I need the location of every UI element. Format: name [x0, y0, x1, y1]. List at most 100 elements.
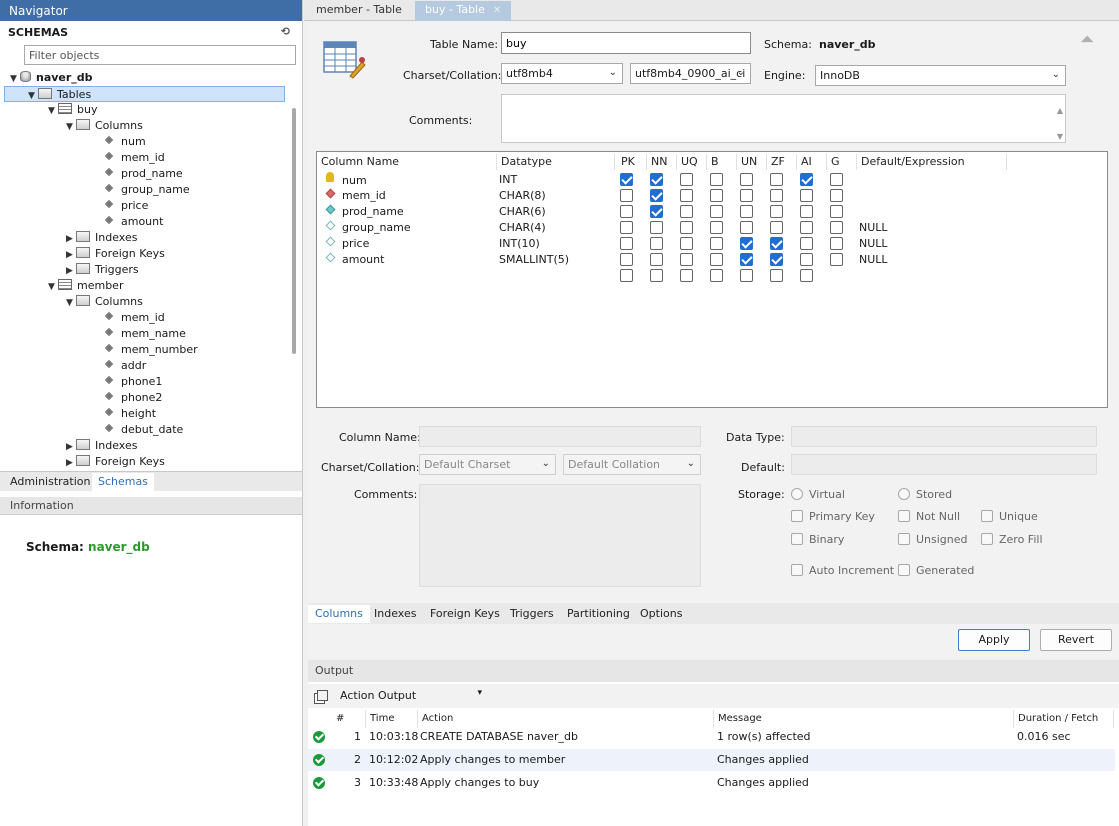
tree-item[interactable]: ▼ naver_db — [10, 70, 93, 86]
b-checkbox[interactable] — [710, 253, 723, 266]
collapsed-arrow-icon[interactable]: ▶ — [66, 455, 76, 470]
column-name-cell[interactable]: group_name — [321, 220, 411, 236]
binary-checkbox[interactable] — [791, 533, 803, 545]
nn-checkbox[interactable] — [650, 221, 663, 234]
tree-item[interactable]: group_name — [102, 182, 190, 198]
tree-item[interactable]: debut_date — [102, 422, 183, 438]
stored-radio[interactable] — [898, 488, 910, 500]
tree-scrollbar[interactable] — [292, 108, 296, 354]
revert-button[interactable]: Revert — [1040, 629, 1112, 651]
ai-checkbox[interactable] — [800, 205, 813, 218]
pk-checkbox[interactable] — [620, 253, 633, 266]
zf-checkbox[interactable] — [770, 189, 783, 202]
b-checkbox[interactable] — [710, 237, 723, 250]
datatype-cell[interactable]: SMALLINT(5) — [499, 252, 569, 268]
scroll-arrows-icon[interactable]: ▲ ▼ — [1057, 98, 1063, 150]
tree-item[interactable]: num — [102, 134, 146, 150]
ai-checkbox[interactable] — [800, 269, 813, 282]
tree-item[interactable]: ▶ Indexes — [66, 438, 137, 454]
table-name-input[interactable] — [501, 32, 751, 54]
tree-item[interactable]: mem_id — [102, 310, 165, 326]
column-name-cell[interactable]: mem_id — [321, 188, 386, 204]
tab-foreign-keys[interactable]: Foreign Keys — [423, 605, 507, 623]
tree-item[interactable]: ▶ Triggers — [66, 262, 139, 278]
collapsed-arrow-icon[interactable]: ▶ — [66, 439, 76, 455]
data-type-input[interactable] — [791, 426, 1097, 447]
default-input[interactable] — [791, 454, 1097, 475]
g-checkbox[interactable] — [830, 237, 843, 250]
tree-item[interactable]: mem_name — [102, 326, 186, 342]
tab-buy-table[interactable]: buy - Table ✕ — [415, 1, 512, 21]
expanded-arrow-icon[interactable]: ▼ — [10, 71, 20, 87]
grid-header-un[interactable]: UN — [737, 154, 767, 170]
zf-checkbox[interactable] — [770, 205, 783, 218]
grid-header-datatype[interactable]: Datatype — [497, 154, 615, 170]
un-checkbox[interactable] — [740, 269, 753, 282]
tab-schemas[interactable]: Schemas — [92, 473, 154, 491]
column-charset-select[interactable]: Default Charset ⌄ — [419, 454, 556, 475]
uq-checkbox[interactable] — [680, 205, 693, 218]
uq-checkbox[interactable] — [680, 221, 693, 234]
default-cell[interactable]: NULL — [859, 236, 888, 252]
grid-header-b[interactable]: B — [707, 154, 737, 170]
un-checkbox[interactable] — [740, 173, 753, 186]
auto-increment-checkbox[interactable] — [791, 564, 803, 576]
column-name-cell[interactable]: num — [321, 172, 367, 189]
zf-checkbox[interactable] — [770, 173, 783, 186]
tree-item[interactable]: prod_name — [102, 166, 183, 182]
un-checkbox[interactable] — [740, 189, 753, 202]
tree-item[interactable]: addr — [102, 358, 146, 374]
default-cell[interactable]: NULL — [859, 252, 888, 268]
charset-select[interactable]: utf8mb4 ⌄ — [501, 63, 623, 84]
column-collation-select[interactable]: Default Collation ⌄ — [563, 454, 701, 475]
pk-checkbox[interactable] — [620, 205, 633, 218]
grid-header-column-name[interactable]: Column Name — [317, 154, 497, 170]
collapsed-arrow-icon[interactable]: ▶ — [66, 263, 76, 279]
pk-checkbox[interactable] — [620, 269, 633, 282]
zf-checkbox[interactable] — [770, 237, 783, 250]
tree-item[interactable]: ▼ member — [48, 278, 123, 294]
unsigned-checkbox[interactable] — [898, 533, 910, 545]
un-checkbox[interactable] — [740, 253, 753, 266]
collapsed-arrow-icon[interactable]: ▶ — [66, 247, 76, 263]
tree-item[interactable]: ▼ Columns — [66, 118, 143, 134]
column-name-cell[interactable]: prod_name — [321, 204, 404, 220]
tree-item[interactable]: ▼ Tables — [4, 86, 285, 102]
table-row[interactable]: 3 10:33:48 Apply changes to buy Changes app… — [308, 772, 1115, 794]
b-checkbox[interactable] — [710, 205, 723, 218]
zf-checkbox[interactable] — [770, 221, 783, 234]
tree-item[interactable]: height — [102, 406, 156, 422]
tab-triggers[interactable]: Triggers — [503, 605, 561, 623]
g-checkbox[interactable] — [830, 253, 843, 266]
uq-checkbox[interactable] — [680, 269, 693, 282]
grid-header-zf[interactable]: ZF — [767, 154, 797, 170]
ai-checkbox[interactable] — [800, 237, 813, 250]
virtual-radio[interactable] — [791, 488, 803, 500]
un-checkbox[interactable] — [740, 237, 753, 250]
un-checkbox[interactable] — [740, 221, 753, 234]
g-checkbox[interactable] — [830, 221, 843, 234]
generated-checkbox[interactable] — [898, 564, 910, 576]
expanded-arrow-icon[interactable]: ▼ — [48, 103, 58, 119]
table-row[interactable]: mem_id CHAR(8) — [317, 188, 1107, 204]
table-comments-input[interactable]: ▲ ▼ — [501, 94, 1066, 143]
g-checkbox[interactable] — [830, 173, 843, 186]
tree-item[interactable]: mem_id — [102, 150, 165, 166]
nn-checkbox[interactable] — [650, 173, 663, 186]
zf-checkbox[interactable] — [770, 269, 783, 282]
ai-checkbox[interactable] — [800, 173, 813, 186]
tree-item[interactable]: ▶ Foreign Keys — [66, 246, 165, 262]
tab-options[interactable]: Options — [633, 605, 689, 623]
tree-item[interactable]: phone2 — [102, 390, 162, 406]
engine-select[interactable]: InnoDB ⌄ — [815, 65, 1066, 86]
column-comments-input[interactable] — [419, 484, 701, 587]
tree-item[interactable]: phone1 — [102, 374, 162, 390]
grid-header-nn[interactable]: NN — [647, 154, 677, 170]
column-name-input[interactable] — [419, 426, 701, 447]
uq-checkbox[interactable] — [680, 189, 693, 202]
tree-item[interactable]: ▼ buy — [48, 102, 97, 118]
g-checkbox[interactable] — [830, 205, 843, 218]
tree-item[interactable]: ▶ Indexes — [66, 230, 137, 246]
close-tab-icon[interactable]: ✕ — [493, 5, 501, 16]
table-row[interactable]: 1 10:03:18 CREATE DATABASE naver_db 1 row(s… — [308, 726, 1115, 748]
